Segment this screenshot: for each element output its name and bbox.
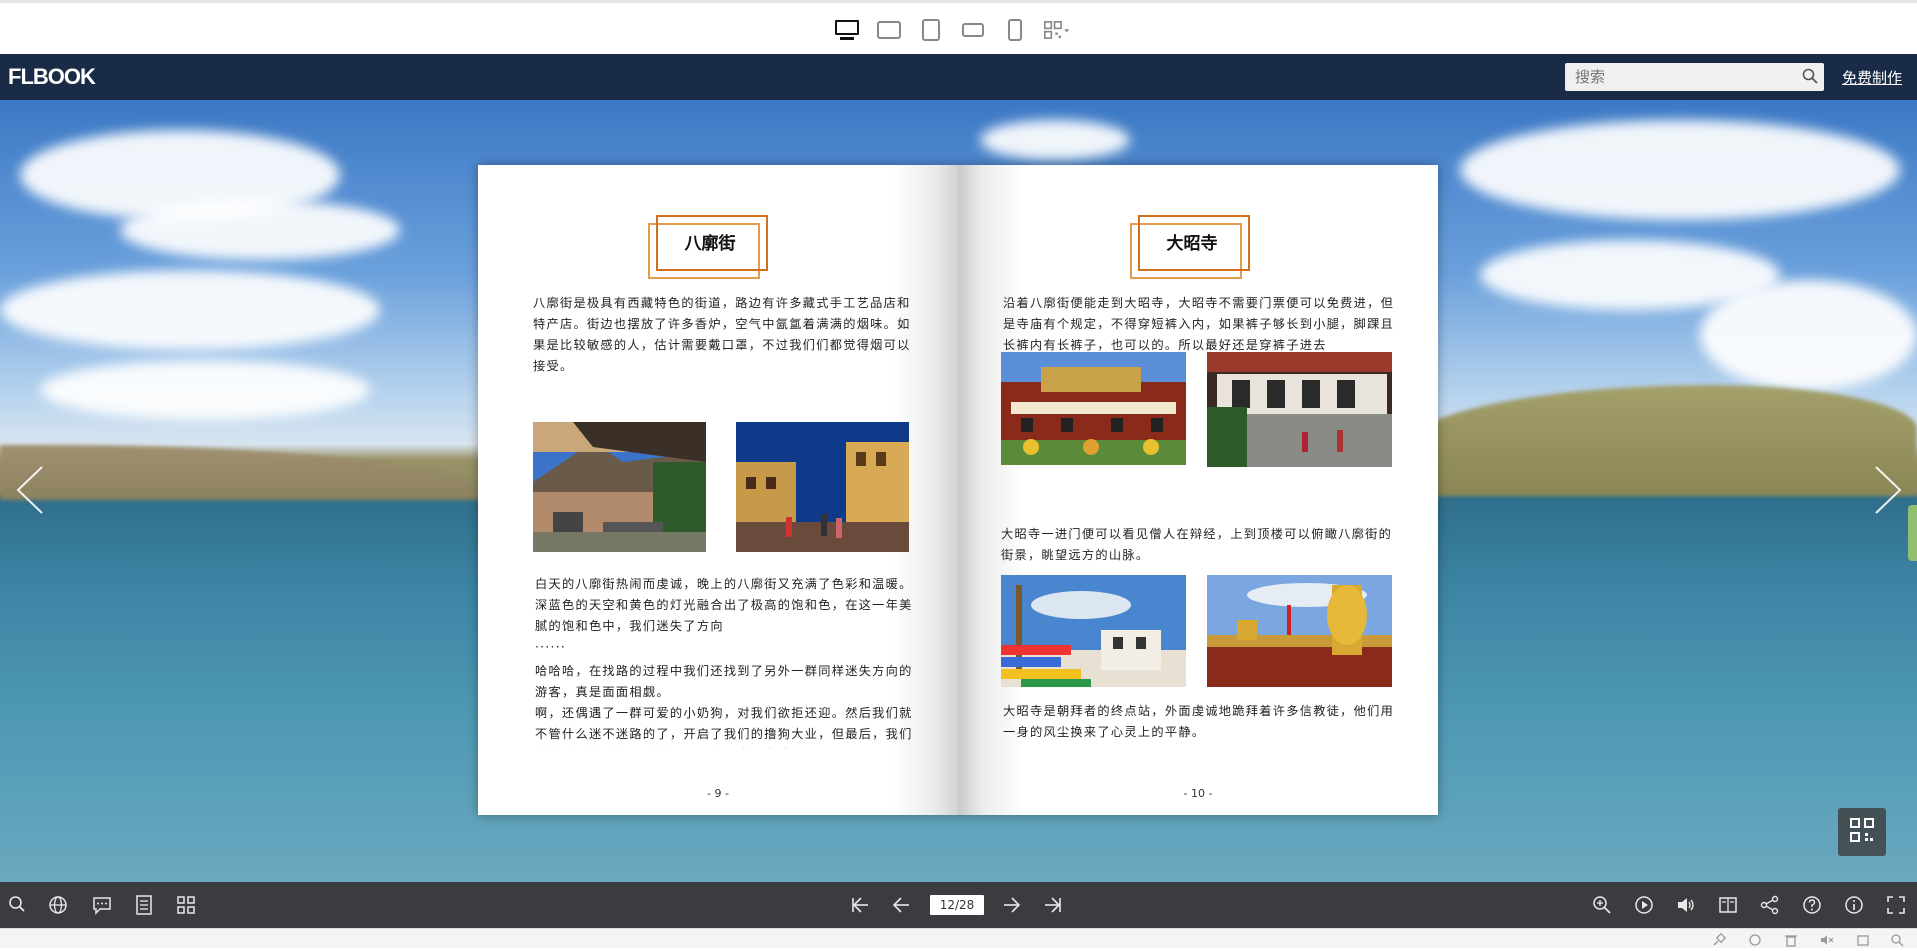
delete-icon[interactable] (1784, 932, 1798, 947)
free-make-link[interactable]: 免费制作 (1842, 67, 1902, 88)
autoplay-icon[interactable] (1634, 895, 1654, 915)
search-icon[interactable] (1802, 68, 1818, 88)
notes-icon[interactable] (135, 895, 155, 915)
qrcode-button[interactable] (1838, 808, 1886, 856)
ellipsis-text: ······ (535, 640, 567, 654)
courtyard-photo (1207, 352, 1392, 467)
globe-icon[interactable] (48, 895, 68, 915)
pin-icon[interactable] (1712, 932, 1727, 946)
device-icons (834, 17, 1070, 43)
phone-landscape-icon[interactable] (960, 17, 986, 43)
page-number: - 10 - (1183, 787, 1213, 800)
paragraph-clip: 沿着八廓街便能走到大昭寺，大昭寺不需要门票便可以免费进，但是寺庙有个规定，不得穿… (1003, 293, 1398, 355)
background-cloud (1460, 120, 1900, 220)
paragraph: 哈哈哈，在找路的过程中我们还找到了另外一群同样迷失方向的游客，真是面面相觑。 (535, 664, 913, 699)
header-bar: FLBOOK 免费制作 (0, 54, 1917, 100)
page-title-frame: 八廓街 (648, 215, 772, 279)
flbook-logo[interactable]: FLBOOK (8, 64, 96, 90)
bookmark-icon[interactable] (1718, 895, 1738, 915)
desktop-icon[interactable] (834, 17, 860, 43)
window-icon[interactable] (1856, 932, 1870, 946)
background-cloud (1700, 280, 1917, 390)
background-cloud (40, 360, 370, 420)
side-tab[interactable] (1908, 505, 1917, 561)
paragraph: 白天的八廓街热闹而虔诚，晚上的八廓街又充满了色彩和温暖。深蓝色的天空和黄色的灯光… (535, 577, 913, 633)
prev-page-arrow[interactable] (16, 465, 44, 526)
background-cloud (980, 120, 1130, 160)
paragraph: 沿着八廓街便能走到大昭寺，大昭寺不需要门票便可以免费进，但是寺庙有个规定，不得穿… (1003, 296, 1395, 352)
qrcode-icon (1849, 817, 1875, 847)
street-photo (533, 422, 706, 552)
thumbnails-icon[interactable] (176, 895, 196, 915)
page-left[interactable]: 八廓街 八廓街是极具有西藏特色的街道，路边有许多藏式手工艺品店和特产店。街边也摆… (478, 165, 958, 815)
phone-portrait-icon[interactable] (1002, 17, 1028, 43)
search-input[interactable] (1565, 63, 1785, 91)
flipbook[interactable]: 八廓街 八廓街是极具有西藏特色的街道，路边有许多藏式手工艺品店和特产店。街边也摆… (478, 165, 1438, 815)
paragraph: 啊，还偶遇了一群可爱的小奶狗，对我们欲拒还迎。然后我们就不管什么迷不迷路的了，开… (535, 706, 913, 749)
info-icon[interactable] (1844, 895, 1864, 915)
comment-icon[interactable] (92, 895, 112, 915)
last-page-icon[interactable] (1043, 895, 1063, 915)
background-hill (0, 445, 480, 500)
status-strip (0, 928, 1917, 948)
search-icon[interactable] (1890, 932, 1904, 947)
background-cloud (0, 270, 380, 350)
first-page-icon[interactable] (850, 895, 870, 915)
help-icon[interactable] (1802, 895, 1822, 915)
search-icon[interactable] (8, 895, 28, 915)
paragraph-clip: 啊，还偶遇了一群可爱的小奶狗，对我们欲拒还迎。然后我们就不管什么迷不迷路的了，开… (535, 703, 915, 749)
qrcode-icon[interactable] (1044, 17, 1070, 43)
zoom-in-icon[interactable] (1592, 895, 1612, 915)
bottom-toolbar: 12/28 (0, 882, 1917, 928)
device-selector-bar (0, 0, 1917, 54)
prev-page-icon[interactable] (891, 895, 911, 915)
sound-icon[interactable] (1676, 895, 1696, 915)
page-title: 八廓街 (684, 234, 736, 254)
page-right[interactable]: 大昭寺 沿着八廓街便能走到大昭寺，大昭寺不需要门票便可以免费进，但是寺庙有个规定… (958, 165, 1438, 815)
tablet-portrait-icon[interactable] (918, 17, 944, 43)
next-page-icon[interactable] (1002, 895, 1022, 915)
fullscreen-icon[interactable] (1886, 895, 1906, 915)
paragraph: 八廓街是极具有西藏特色的街道，路边有许多藏式手工艺品店和特产店。街边也摆放了许多… (533, 296, 911, 373)
page-indicator[interactable]: 12/28 (930, 895, 984, 915)
page-number: - 9 - (707, 787, 729, 800)
paragraph: 大昭寺是朝拜者的终点站，外面虔诚地跪拜着许多信教徒，他们用一身的风尘换来了心灵上… (1003, 704, 1395, 739)
golden-roof-photo (1207, 575, 1392, 687)
temple-photo (1001, 352, 1186, 465)
tablet-landscape-icon[interactable] (876, 17, 902, 43)
background-hill (1400, 385, 1917, 495)
book-stage: 八廓街 八廓街是极具有西藏特色的街道，路边有许多藏式手工艺品店和特产店。街边也摆… (0, 100, 1917, 882)
night-street-photo (736, 422, 909, 552)
search-box (1565, 63, 1824, 91)
next-page-arrow[interactable] (1874, 465, 1902, 526)
prayer-flags-photo (1001, 575, 1186, 687)
share-icon[interactable] (1760, 895, 1780, 915)
background-cloud (120, 200, 400, 260)
page-title-frame: 大昭寺 (1130, 215, 1254, 279)
mute-icon[interactable] (1820, 932, 1834, 946)
refresh-icon[interactable] (1748, 932, 1762, 946)
paragraph: 大昭寺一进门便可以看见僧人在辩经，上到顶楼可以俯瞰八廓街的街景，眺望远方的山脉。 (1001, 527, 1393, 562)
page-title: 大昭寺 (1166, 234, 1218, 254)
